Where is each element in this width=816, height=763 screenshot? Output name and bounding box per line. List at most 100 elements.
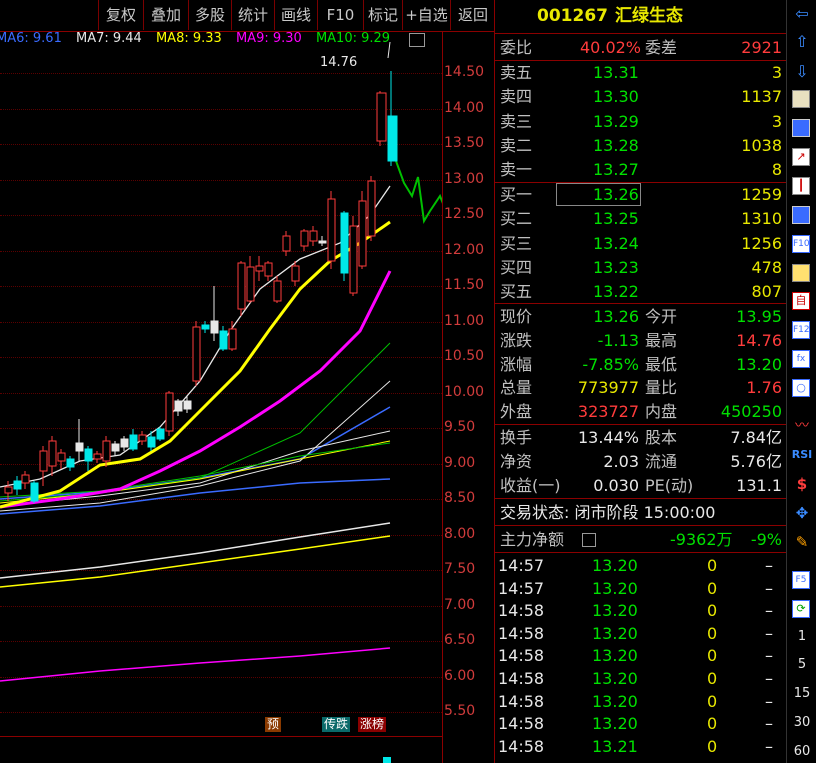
asks-volume: 1137: [741, 87, 782, 107]
main-flow-menu-icon[interactable]: [582, 533, 596, 547]
asks-price: 13.28: [593, 135, 639, 155]
y-tick-label: 14.50: [444, 64, 485, 80]
dollar-icon[interactable]: $: [792, 474, 812, 494]
tick-row: 14:58 13.20 0 –: [495, 599, 787, 622]
stat-label: 量比: [645, 378, 678, 398]
tick-row: 14:58 13.20 0 –: [495, 712, 787, 735]
stat2-label: 净资: [500, 452, 533, 471]
bids-price: 13.24: [593, 233, 639, 253]
line-chart-icon[interactable]: ↗: [792, 148, 810, 166]
period-15[interactable]: 15: [787, 686, 816, 701]
circle-icon[interactable]: ○: [792, 379, 810, 397]
toolbar-draw-button[interactable]: 画线: [274, 0, 317, 30]
weicha-label: 委差: [645, 38, 678, 57]
tick-direction: –: [765, 714, 773, 734]
refresh-icon[interactable]: ⟳: [792, 600, 810, 618]
stat-label: 最低: [645, 354, 678, 374]
legend-toggle-icon[interactable]: [409, 33, 425, 47]
stat-value: 1.76: [746, 378, 782, 398]
bids-volume: 807: [751, 282, 782, 302]
rumor-badge[interactable]: 传跌: [322, 717, 351, 732]
tick-direction: –: [765, 556, 773, 575]
bids-label: 买二: [500, 209, 533, 229]
candle-body: [282, 235, 291, 252]
toolbar-multi-stock-button[interactable]: 多股: [188, 0, 231, 30]
asks-label: 卖二: [500, 135, 533, 155]
period-5[interactable]: 5: [787, 657, 816, 672]
asks-row: 卖三 13.29 3: [495, 110, 787, 133]
tick-direction: –: [765, 601, 773, 621]
pencil-icon[interactable]: ✎: [792, 532, 812, 552]
pin-icon[interactable]: [792, 264, 810, 282]
candlestick-icon[interactable]: ┃: [792, 177, 810, 195]
toolbar-f10-button[interactable]: F10: [317, 0, 363, 30]
f10-icon[interactable]: F10: [792, 235, 810, 253]
grid-icon[interactable]: [792, 119, 810, 137]
stat-label: 涨跌: [500, 330, 533, 350]
list-icon[interactable]: [792, 206, 810, 224]
stat-value: -1.13: [597, 330, 639, 350]
stat-label: 今开: [645, 307, 678, 326]
stat-row: 现价 13.26 今开 13.95: [495, 305, 787, 328]
tick-time: 14:58: [498, 646, 545, 666]
weibi-value: 40.02%: [580, 38, 642, 57]
toolbar-overlay-button[interactable]: 叠加: [143, 0, 188, 30]
notes-icon[interactable]: [792, 90, 810, 108]
weibi-label: 委比: [500, 38, 533, 57]
toolbar-back-button[interactable]: 返回: [450, 0, 495, 30]
rsi-icon[interactable]: RSI: [788, 445, 816, 465]
wave-icon[interactable]: 〰: [792, 416, 812, 436]
tick-row: 14:57 13.20 0 –: [495, 577, 787, 600]
f12-icon[interactable]: F12: [792, 321, 810, 339]
candle-body: [192, 326, 201, 382]
tick-volume: 0: [707, 646, 718, 666]
y-tick-label: 10.50: [444, 348, 485, 364]
formula-icon[interactable]: fx: [792, 350, 810, 368]
period-30[interactable]: 30: [787, 715, 816, 730]
stat2-value: 7.84亿: [730, 428, 782, 447]
tick-volume: 0: [707, 736, 718, 756]
candle-body: [156, 428, 165, 440]
tick-volume: 0: [707, 714, 718, 734]
tick-volume: 0: [707, 601, 718, 621]
stat-value: 13.95: [736, 307, 782, 326]
tick-row: 14:58 13.21 0 –: [495, 735, 787, 758]
tick-time: 14:57: [498, 578, 545, 598]
tick-price: 13.20: [592, 669, 638, 688]
toolbar-add-watchlist-button[interactable]: +自选: [402, 0, 450, 30]
kline-chart[interactable]: 14.50 14.00 13.50 13.00 12.50 12.00 11.50 11.00…: [0, 31, 495, 763]
y-tick-label: 8.50: [444, 490, 476, 506]
candle-body: [300, 230, 309, 247]
stat2-label: PE(动): [645, 476, 694, 495]
forecast-badge[interactable]: 预: [265, 717, 282, 732]
candle-body: [183, 400, 192, 410]
bids-row: 买二 13.25 1310: [495, 207, 787, 230]
y-tick-label: 14.00: [444, 99, 485, 116]
self-icon[interactable]: 自: [792, 292, 810, 310]
period-60[interactable]: 60: [787, 744, 816, 759]
toolbar-stats-button[interactable]: 统计: [231, 0, 274, 30]
asks-volume: 3: [771, 111, 782, 131]
toolbar-mark-button[interactable]: 标记: [363, 0, 402, 30]
candle-body: [349, 225, 358, 294]
tick-row: 14:58 13.20 0 –: [495, 622, 787, 645]
f5-icon[interactable]: F5: [792, 571, 810, 589]
rank-badge[interactable]: 涨榜: [358, 717, 387, 732]
bids-row: 买一 13.26 1259: [495, 183, 787, 206]
y-tick-label: 11.00: [444, 312, 485, 329]
arrow-up-icon[interactable]: ⇧: [792, 32, 812, 52]
y-tick-label: 8.00: [444, 525, 476, 542]
bids-volume: 478: [751, 257, 782, 277]
bids-label: 买一: [500, 185, 533, 204]
stat-row: 外盘 323727 内盘 450250: [495, 400, 787, 423]
period-1[interactable]: 1: [787, 629, 816, 644]
candle-body: [210, 320, 219, 334]
toolbar-fuquan-button[interactable]: 复权: [98, 0, 143, 30]
main-flow-row: 主力净额 -9362万 -9%: [495, 528, 787, 551]
arrow-left-icon[interactable]: ⇦: [792, 4, 812, 24]
candle-body: [327, 198, 336, 262]
move-icon[interactable]: ✥: [792, 503, 812, 523]
stat-value: -7.85%: [582, 354, 639, 374]
stat2-row: 收益(一) 0.030 PE(动) 131.1: [495, 474, 787, 497]
arrow-down-icon[interactable]: ⇩: [792, 62, 812, 82]
